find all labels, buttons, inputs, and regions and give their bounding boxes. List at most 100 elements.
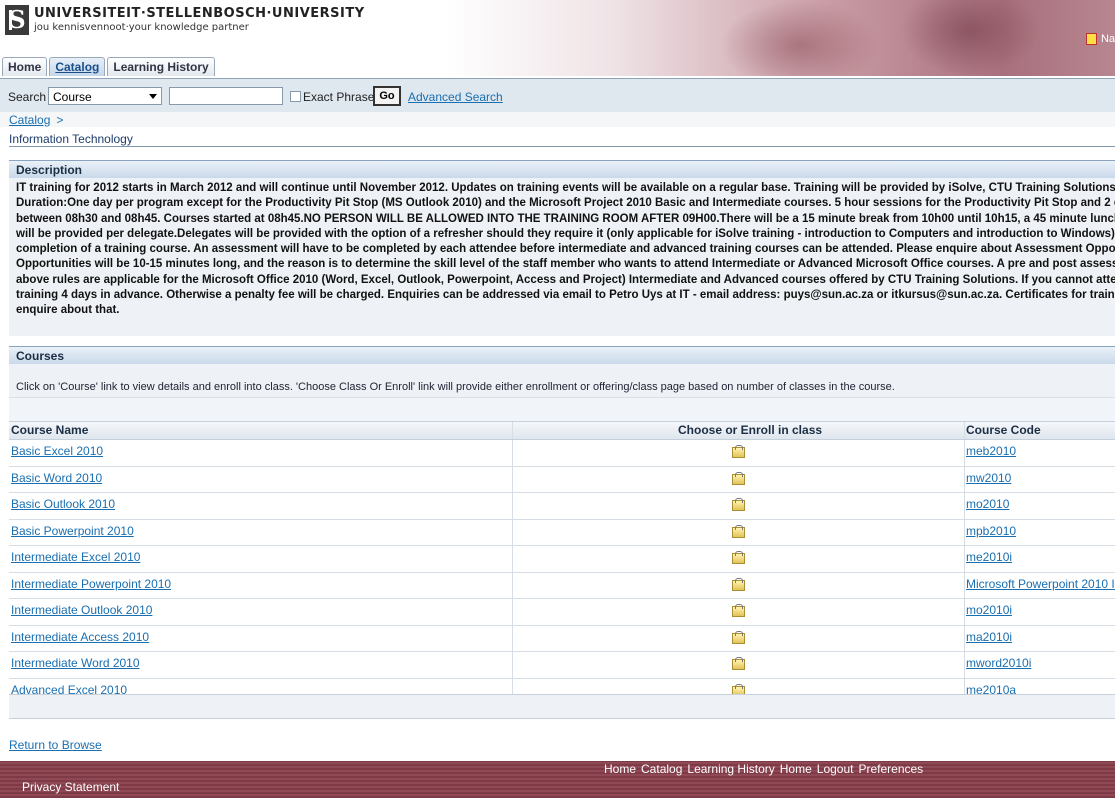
column-divider xyxy=(512,422,513,439)
footer-link-learning-history[interactable]: Learning History xyxy=(687,762,774,776)
course-code-link[interactable]: mo2010 xyxy=(966,497,1009,511)
course-name-link[interactable]: Intermediate Excel 2010 xyxy=(11,550,140,564)
enroll-class-icon[interactable] xyxy=(732,657,745,670)
footer-link-home[interactable]: Home xyxy=(780,762,812,776)
table-body: Basic Excel 2010 meb2010 Basic Word 2010 mw… xyxy=(9,440,1115,705)
title-divider xyxy=(9,146,1115,147)
enroll-class-icon[interactable] xyxy=(732,630,745,644)
tab-catalog[interactable]: Catalog xyxy=(49,57,106,76)
description-heading: Description xyxy=(16,163,83,177)
enroll-class-icon[interactable] xyxy=(732,604,745,617)
exact-phrase-checkbox[interactable] xyxy=(290,91,301,102)
column-divider xyxy=(964,599,965,625)
course-name-link[interactable]: Basic Powerpoint 2010 xyxy=(11,524,134,538)
enroll-class-icon[interactable] xyxy=(732,445,745,458)
course-code-link[interactable]: meb2010 xyxy=(966,444,1016,458)
description-line: Opportunities will be 10-15 minutes long… xyxy=(16,258,1115,271)
enroll-class-icon[interactable] xyxy=(732,498,745,511)
return-to-browse-link[interactable]: Return to Browse xyxy=(9,738,102,752)
enroll-class-icon[interactable] xyxy=(732,551,745,564)
column-divider xyxy=(964,422,965,439)
user-name[interactable]: Na xyxy=(1101,33,1115,45)
description-line: training 4 days in advance. Otherwise a … xyxy=(16,289,1115,302)
column-header-course-code: Course Code xyxy=(966,423,1041,437)
column-divider xyxy=(964,466,965,492)
footer-link-logout[interactable]: Logout xyxy=(817,762,854,776)
courses-instructions-box: Click on 'Course' link to view details a… xyxy=(9,364,1115,398)
table-row: Basic Excel 2010 meb2010 xyxy=(9,440,1115,467)
table-row: Basic Word 2010 mw2010 xyxy=(9,466,1115,493)
search-scope-select[interactable]: Course xyxy=(48,87,162,105)
table-header-row: Course Name Choose or Enroll in class Co… xyxy=(9,421,1115,440)
home-icon[interactable] xyxy=(1085,33,1097,46)
courses-header: Courses xyxy=(9,346,1115,364)
header-photo xyxy=(900,0,1040,76)
column-divider xyxy=(512,652,513,678)
column-divider xyxy=(964,519,965,545)
course-name-link[interactable]: Intermediate Access 2010 xyxy=(11,630,149,644)
description-line: will be provided per delegate.Delegates … xyxy=(16,227,1115,240)
breadcrumb: Catalog > xyxy=(9,113,63,127)
course-code-link[interactable]: mw2010 xyxy=(966,471,1011,485)
breadcrumb-row xyxy=(0,112,1115,127)
privacy-statement-link[interactable]: Privacy Statement xyxy=(22,780,119,794)
enroll-class-icon[interactable] xyxy=(732,471,745,485)
enroll-class-icon[interactable] xyxy=(732,524,745,538)
column-divider xyxy=(512,625,513,651)
main-tabs: Home Catalog Learning History xyxy=(2,57,217,77)
description-line: between 08h30 and 08h45. Courses started… xyxy=(16,212,1115,225)
course-name-link[interactable]: Basic Word 2010 xyxy=(11,471,102,485)
course-code-link[interactable]: Microsoft Powerpoint 2010 Inte xyxy=(966,577,1115,591)
course-code-link[interactable]: me2010i xyxy=(966,550,1012,564)
course-name-link[interactable]: Intermediate Outlook 2010 xyxy=(11,603,152,617)
course-code-link[interactable]: mpb2010 xyxy=(966,524,1016,538)
search-bar: Search Course Exact Phrase Go Advanced S… xyxy=(0,78,1115,113)
table-row: Intermediate Access 2010 ma2010i xyxy=(9,625,1115,652)
course-name-link[interactable]: Basic Excel 2010 xyxy=(11,444,103,458)
column-divider xyxy=(512,599,513,625)
column-divider xyxy=(964,440,965,466)
user-area[interactable]: Na xyxy=(1085,33,1115,46)
description-line: IT training for 2012 starts in March 201… xyxy=(16,182,1115,194)
course-name-link[interactable]: Intermediate Powerpoint 2010 xyxy=(11,577,171,591)
breadcrumb-catalog-link[interactable]: Catalog xyxy=(9,113,50,127)
enroll-class-icon[interactable] xyxy=(732,577,745,591)
description-line: completion of a training course. An asse… xyxy=(16,243,1115,256)
column-divider xyxy=(512,440,513,466)
chevron-down-icon xyxy=(149,94,157,99)
description-line: Duration:One day per program except for … xyxy=(16,197,1115,210)
column-header-course-name: Course Name xyxy=(11,423,89,437)
description-header: Description xyxy=(9,160,1115,178)
header-photo xyxy=(720,0,880,76)
advanced-search-link[interactable]: Advanced Search xyxy=(408,90,503,104)
search-input[interactable] xyxy=(169,87,283,105)
course-name-link[interactable]: Basic Outlook 2010 xyxy=(11,497,115,511)
university-tagline: jou kennisvennoot·your knowledge partner xyxy=(34,22,249,33)
course-code-link[interactable]: mo2010i xyxy=(966,603,1012,617)
course-name-link[interactable]: Intermediate Word 2010 xyxy=(11,656,140,670)
footer-link-home[interactable]: Home xyxy=(604,762,636,776)
university-name: UNIVERSITEIT·STELLENBOSCH·UNIVERSITY xyxy=(34,6,365,21)
table-row: Intermediate Excel 2010 me2010i xyxy=(9,546,1115,573)
footer-link-catalog[interactable]: Catalog xyxy=(641,762,682,776)
go-button[interactable]: Go xyxy=(373,86,401,106)
table-row: Basic Powerpoint 2010 mpb2010 xyxy=(9,519,1115,546)
tab-home[interactable]: Home xyxy=(2,57,48,76)
courses-instructions: Click on 'Course' link to view details a… xyxy=(16,381,895,393)
courses-heading: Courses xyxy=(16,349,65,363)
page-title: Information Technology xyxy=(9,132,133,146)
tab-learning-history[interactable]: Learning History xyxy=(107,57,215,76)
footer-link-preferences[interactable]: Preferences xyxy=(858,762,923,776)
column-divider xyxy=(964,493,965,519)
column-divider xyxy=(512,546,513,572)
table-row: Intermediate Word 2010 mword2010i xyxy=(9,652,1115,679)
column-divider xyxy=(964,652,965,678)
exact-phrase-label: Exact Phrase xyxy=(303,90,375,104)
column-divider xyxy=(512,572,513,598)
course-code-link[interactable]: ma2010i xyxy=(966,630,1012,644)
search-scope-value: Course xyxy=(53,90,92,104)
course-code-link[interactable]: mword2010i xyxy=(966,656,1031,670)
description-line: above rules are applicable for the Micro… xyxy=(16,273,1115,286)
search-label: Search xyxy=(8,90,47,104)
column-divider xyxy=(964,572,965,598)
